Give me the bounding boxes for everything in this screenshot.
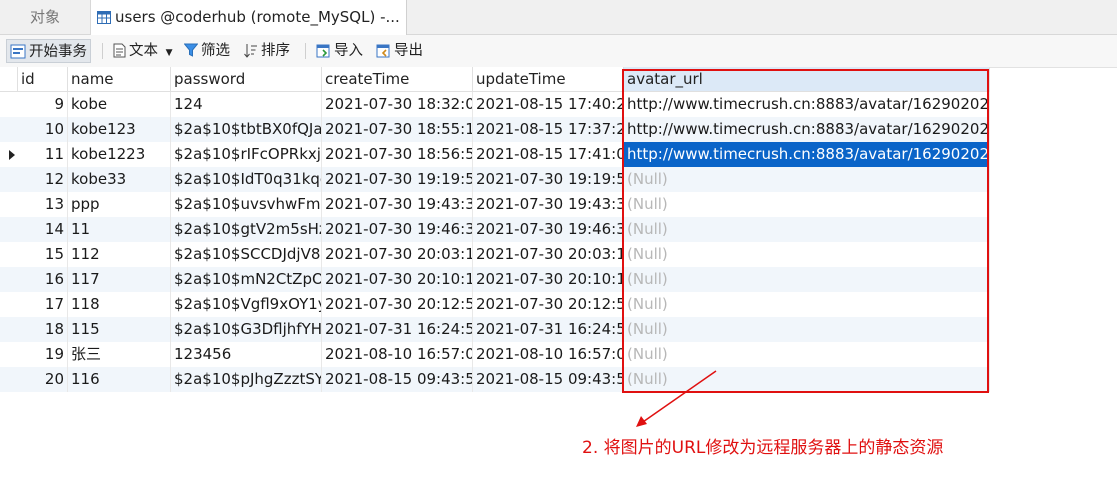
annotation-note: 2. 将图片的URL修改为远程服务器上的静态资源 — [582, 438, 944, 458]
annotation-arrow — [636, 370, 717, 427]
